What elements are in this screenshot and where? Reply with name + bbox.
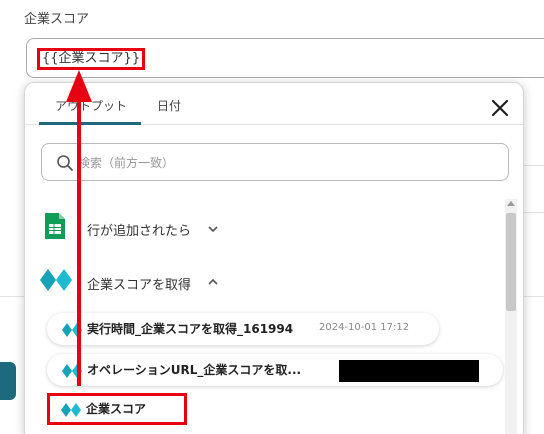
search-input[interactable]: 検索（前方一致）: [41, 143, 509, 181]
output-item-execution-time[interactable]: 実行時間_企業スコアを取得_161994 2024-10-01 17:12: [47, 313, 439, 345]
output-item-company-score[interactable]: 企業スコア: [47, 393, 187, 425]
chevron-up-icon[interactable]: [207, 276, 219, 288]
chevron-down-icon[interactable]: [207, 223, 219, 235]
item-label: オペレーションURL_企業スコアを取...: [87, 363, 302, 377]
item-label: 企業スコア: [86, 402, 147, 416]
diamond-app-icon: [62, 323, 82, 337]
divider: [522, 165, 544, 166]
tab-bar: アウトプット 日付: [25, 83, 523, 125]
section-label: 行が追加されたら: [87, 224, 192, 239]
field-value: {{企業スコア}}: [37, 48, 146, 70]
diamond-app-icon: [61, 403, 81, 417]
tab-output[interactable]: アウトプット: [55, 97, 127, 114]
output-picker-popup: アウトプット 日付 検索（前方一致） 行が追加されたら 企業スコアを取得 実行時…: [24, 82, 524, 434]
search-icon: [57, 155, 73, 171]
search-placeholder: 検索（前方一致）: [78, 156, 175, 170]
redacted-value: [339, 360, 479, 382]
active-tab-indicator: [39, 122, 141, 125]
section-label: 企業スコアを取得: [87, 278, 192, 293]
close-icon[interactable]: [489, 97, 511, 119]
field-label: 企業スコア: [24, 12, 90, 27]
diamond-app-icon: [40, 269, 72, 291]
background-button[interactable]: [0, 362, 16, 400]
item-date: 2024-10-01 17:12: [319, 322, 410, 333]
item-label: 実行時間_企業スコアを取得_161994: [87, 322, 294, 336]
field-input[interactable]: {{企業スコア}}: [26, 38, 544, 78]
output-item-operation-url[interactable]: オペレーションURL_企業スコアを取...: [47, 354, 503, 386]
tab-date[interactable]: 日付: [157, 97, 181, 114]
google-sheets-icon: [45, 213, 65, 239]
diamond-app-icon: [62, 364, 82, 378]
scroll-up-icon[interactable]: [507, 201, 515, 206]
divider: [522, 212, 544, 213]
scrollbar-thumb[interactable]: [506, 213, 516, 311]
